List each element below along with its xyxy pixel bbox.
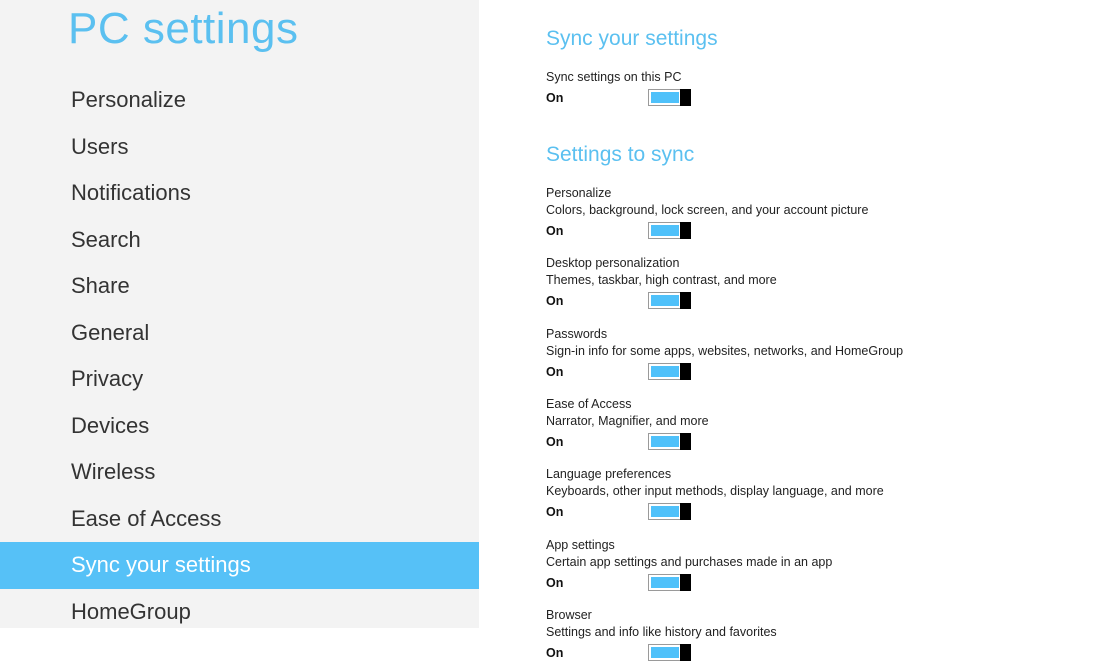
setting-label: Browser bbox=[546, 607, 592, 622]
toggle-fill bbox=[651, 365, 679, 377]
sidebar-item-share[interactable]: Share bbox=[0, 263, 479, 310]
toggle-thumb[interactable] bbox=[680, 292, 691, 310]
section-title-settings-to-sync: Settings to sync bbox=[546, 143, 695, 166]
setting-description: Colors, background, lock screen, and you… bbox=[546, 203, 869, 217]
sidebar-item-search[interactable]: Search bbox=[0, 217, 479, 264]
setting-description: Certain app settings and purchases made … bbox=[546, 554, 833, 569]
toggle-thumb[interactable] bbox=[680, 89, 691, 106]
setting-label: Personalize bbox=[546, 186, 612, 200]
sidebar-item-devices[interactable]: Devices bbox=[0, 403, 479, 450]
toggle-state: On bbox=[546, 91, 564, 105]
sidebar-item-homegroup[interactable]: HomeGroup bbox=[0, 589, 479, 636]
setting-label: App settings bbox=[546, 537, 615, 552]
toggle-state: On bbox=[546, 224, 564, 238]
toggle-state: On bbox=[546, 575, 564, 590]
setting-language-preferences: Language preferences Keyboards, other inp… bbox=[546, 466, 1066, 525]
sync-settings-toggle[interactable] bbox=[648, 89, 691, 106]
toggle-state: On bbox=[546, 505, 564, 520]
toggle-fill bbox=[651, 506, 679, 518]
toggle-fill bbox=[651, 92, 679, 103]
sidebar-item-privacy[interactable]: Privacy bbox=[0, 356, 479, 403]
setting-ease-of-access: Ease of Access Narrator, Magnifier, and m… bbox=[546, 396, 1066, 455]
setting-browser: Browser Settings and info like history an… bbox=[546, 607, 1066, 666]
setting-desktop-personalization: Desktop personalization Themes, taskbar, … bbox=[546, 255, 1066, 314]
setting-passwords: Passwords Sign-in info for some apps, web… bbox=[546, 326, 1066, 385]
app-title: PC settings bbox=[68, 4, 299, 53]
toggle-thumb[interactable] bbox=[680, 362, 691, 380]
setting-description: Themes, taskbar, high contrast, and more bbox=[546, 273, 777, 288]
setting-label: Passwords bbox=[546, 326, 608, 341]
toggle-state: On bbox=[546, 434, 564, 449]
passwords-toggle[interactable] bbox=[648, 362, 691, 380]
setting-description: Sign-in info for some apps, websites, ne… bbox=[546, 343, 904, 358]
toggle-fill bbox=[651, 646, 679, 658]
sidebar-item-users[interactable]: Users bbox=[0, 124, 479, 171]
setting-personalize: Personalize Colors, background, lock scre… bbox=[546, 185, 1066, 244]
app-settings-toggle[interactable] bbox=[648, 573, 691, 591]
sidebar-item-personalize[interactable]: Personalize bbox=[0, 77, 479, 124]
toggle-thumb[interactable] bbox=[680, 222, 691, 239]
sidebar-item-sync-your-settings[interactable]: Sync your settings bbox=[0, 542, 479, 589]
setting-label: Language preferences bbox=[546, 467, 672, 482]
sidebar-nav: Personalize Users Notifications Search S… bbox=[0, 77, 479, 635]
sidebar: PC settings Personalize Users Notificati… bbox=[0, 0, 479, 628]
setting-description: Narrator, Magnifier, and more bbox=[546, 413, 709, 428]
setting-app-settings: App settings Certain app settings and pur… bbox=[546, 537, 1066, 596]
personalize-toggle[interactable] bbox=[648, 222, 691, 239]
section-title-sync: Sync your settings bbox=[546, 27, 718, 50]
toggle-fill bbox=[651, 435, 679, 447]
setting-description: Keyboards, other input methods, display … bbox=[546, 484, 884, 499]
setting-description: Settings and info like history and favor… bbox=[546, 624, 777, 639]
toggle-fill bbox=[651, 576, 679, 588]
toggle-fill bbox=[651, 295, 679, 307]
toggle-state: On bbox=[546, 645, 564, 660]
sidebar-item-ease-of-access[interactable]: Ease of Access bbox=[0, 496, 479, 543]
browser-toggle[interactable] bbox=[648, 643, 691, 661]
language-preferences-toggle[interactable] bbox=[648, 503, 691, 521]
toggle-thumb[interactable] bbox=[680, 643, 691, 661]
toggle-state: On bbox=[546, 294, 564, 309]
toggle-fill bbox=[651, 225, 679, 236]
desktop-personalization-toggle[interactable] bbox=[648, 292, 691, 310]
sidebar-item-wireless[interactable]: Wireless bbox=[0, 449, 479, 496]
toggle-state: On bbox=[546, 364, 564, 379]
ease-of-access-toggle[interactable] bbox=[648, 432, 691, 450]
setting-label: Desktop personalization bbox=[546, 256, 680, 271]
toggle-thumb[interactable] bbox=[680, 503, 691, 521]
setting-sync-on-this-pc: Sync settings on this PC On bbox=[546, 69, 1066, 111]
toggle-thumb[interactable] bbox=[680, 573, 691, 591]
sidebar-item-notifications[interactable]: Notifications bbox=[0, 170, 479, 217]
toggle-thumb[interactable] bbox=[680, 432, 691, 450]
setting-label: Ease of Access bbox=[546, 396, 632, 411]
setting-label: Sync settings on this PC bbox=[546, 70, 682, 84]
sidebar-item-general[interactable]: General bbox=[0, 310, 479, 357]
